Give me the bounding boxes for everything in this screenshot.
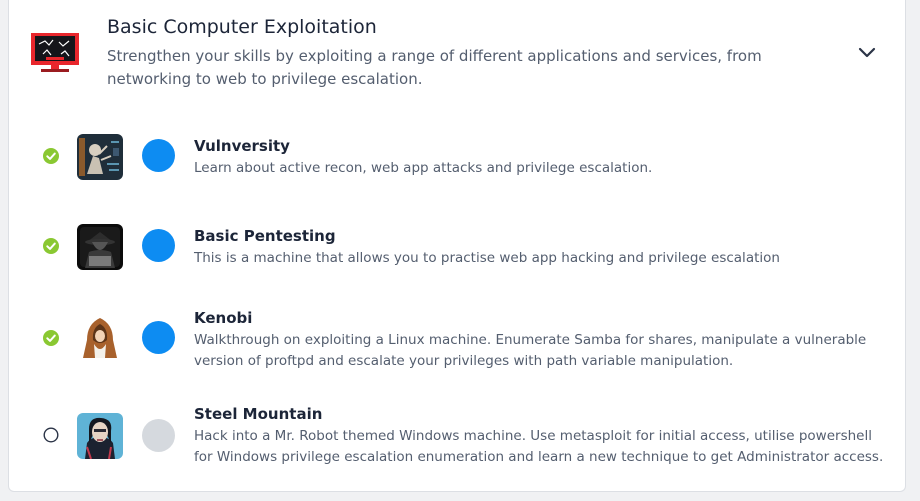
chevron-down-icon[interactable] xyxy=(857,42,877,62)
completed-check-icon xyxy=(43,148,59,164)
mr-robot-room-icon xyxy=(77,413,123,459)
room-title[interactable]: Kenobi xyxy=(194,309,252,327)
room-title[interactable]: Basic Pentesting xyxy=(194,227,336,245)
room-description: Hack into a Mr. Robot themed Windows mac… xyxy=(194,428,884,465)
room-row-steel-mountain[interactable]: Steel Mountain Hack into a Mr. Robot the… xyxy=(9,404,905,484)
progress-indicator xyxy=(142,229,175,262)
room-description: Walkthrough on exploiting a Linux machin… xyxy=(194,332,867,369)
module-description: Strengthen your skills by exploiting a r… xyxy=(107,47,762,88)
module-title: Basic Computer Exploitation xyxy=(107,16,377,38)
room-row-basic-pentesting[interactable]: Basic Pentesting This is a machine that … xyxy=(9,214,905,294)
completed-check-icon xyxy=(43,330,59,346)
progress-indicator xyxy=(142,139,175,172)
progress-indicator xyxy=(142,419,175,452)
vulnversity-room-icon xyxy=(77,134,123,180)
monitor-icon xyxy=(31,33,79,72)
hacker-room-icon xyxy=(77,224,123,270)
hooded-figure-room-icon xyxy=(77,314,123,360)
module-header[interactable]: Basic Computer Exploitation Strengthen y… xyxy=(9,0,905,110)
room-title[interactable]: Vulnversity xyxy=(194,137,290,155)
progress-indicator xyxy=(142,321,175,354)
room-title[interactable]: Steel Mountain xyxy=(194,405,322,423)
room-row-kenobi[interactable]: Kenobi Walkthrough on exploiting a Linux… xyxy=(9,308,905,388)
room-description: Learn about active recon, web app attack… xyxy=(194,160,653,176)
completed-check-icon xyxy=(43,238,59,254)
room-description: This is a machine that allows you to pra… xyxy=(194,250,780,266)
room-row-vulnversity[interactable]: Vulnversity Learn about active recon, we… xyxy=(9,124,905,204)
module-card: Basic Computer Exploitation Strengthen y… xyxy=(8,0,906,492)
incomplete-circle-icon xyxy=(43,427,59,443)
